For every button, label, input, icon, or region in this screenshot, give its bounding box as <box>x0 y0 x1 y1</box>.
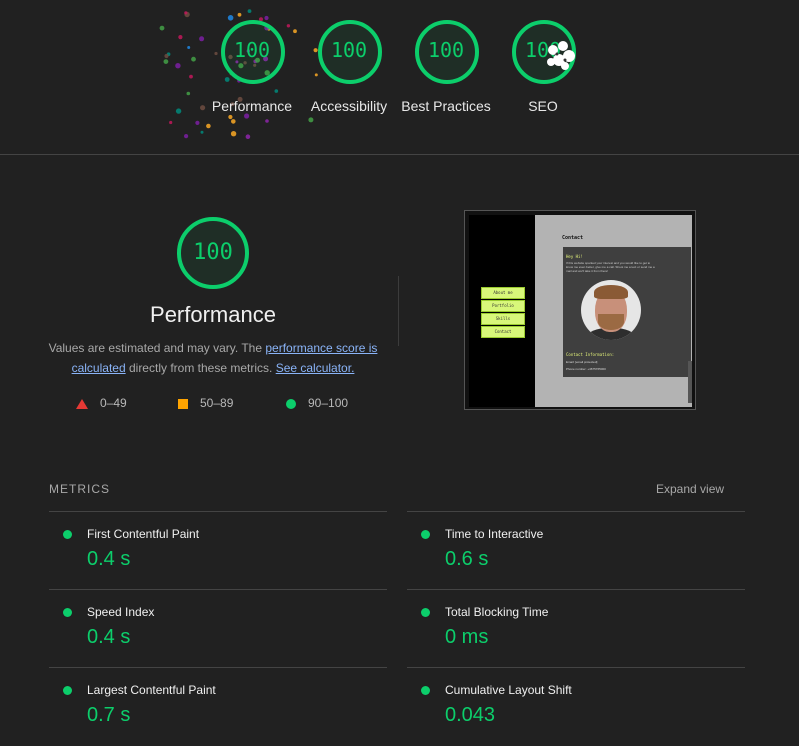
confetti-dot <box>178 35 183 40</box>
confetti-dot <box>186 91 191 96</box>
confetti-dot <box>264 15 269 21</box>
gauge-label: Performance <box>211 98 293 114</box>
metric-cumulative-layout-shift: Cumulative Layout Shift 0.043 <box>407 668 745 746</box>
green-circle-icon <box>286 398 296 409</box>
gauge-label: SEO <box>528 98 558 114</box>
performance-title: Performance <box>150 302 276 327</box>
confetti-dot <box>286 24 291 28</box>
thumb-contact-info-label: Contact Information: <box>566 352 615 357</box>
confetti-decoration <box>159 9 318 139</box>
confetti-dot <box>184 134 189 139</box>
confetti-dot <box>245 134 251 139</box>
metric-value: 0.4 s <box>87 626 131 648</box>
sparkle-fireworks-icon <box>547 41 575 70</box>
avatar <box>581 280 641 340</box>
metric-name: Speed Index <box>87 605 155 619</box>
gauge-score: 100 <box>427 38 465 62</box>
pass-dot-icon <box>421 530 430 539</box>
metric-value: 0.4 s <box>87 548 131 570</box>
thumb-contact-title: Contact <box>562 235 584 241</box>
metric-largest-contentful-paint: Largest Contentful Paint 0.7 s <box>49 668 387 746</box>
metric-first-contentful-paint: First Contentful Paint 0.4 s <box>49 512 387 590</box>
confetti-dot <box>191 56 196 62</box>
thumb-body-text: If this website sparked your interest an… <box>566 261 655 273</box>
metric-value: 0 ms <box>445 626 489 648</box>
confetti-dot <box>308 117 314 123</box>
thumb-email: Email: [email protected] <box>566 360 598 364</box>
score-gauges-header: 100 Performance 100 Accessibility 100 Be… <box>0 0 799 155</box>
gauge-score: 100 <box>233 38 271 62</box>
confetti-dot <box>274 89 279 93</box>
metric-value: 0.6 s <box>445 548 489 570</box>
gauge-label: Accessibility <box>310 98 388 114</box>
legend-range: 50–89 <box>200 396 234 410</box>
confetti-dot <box>227 14 234 21</box>
confetti-dot <box>164 53 169 59</box>
legend-pass: 90–100 <box>286 396 348 410</box>
metric-name: Largest Contentful Paint <box>87 683 216 697</box>
confetti-dot <box>237 12 242 17</box>
metric-time-to-interactive: Time to Interactive 0.6 s <box>407 512 745 590</box>
thumb-phone: Phone number: +4675765000 <box>566 367 606 371</box>
confetti-dot <box>159 25 165 31</box>
thumb-nav-about: About me <box>481 287 525 299</box>
metric-name: Total Blocking Time <box>445 605 549 619</box>
confetti-dot <box>314 73 318 77</box>
pass-dot-icon <box>63 686 72 695</box>
metric-value: 0.7 s <box>87 704 131 726</box>
red-triangle-icon <box>76 398 88 409</box>
confetti-dot <box>231 119 236 124</box>
legend-fail: 0–49 <box>76 396 127 410</box>
legend-range: 0–49 <box>100 396 127 410</box>
metric-name: Cumulative Layout Shift <box>445 683 572 697</box>
pass-dot-icon <box>421 608 430 617</box>
avatar-hair <box>594 285 628 299</box>
metrics-heading: METRICS <box>49 482 110 496</box>
confetti-dot <box>169 120 173 125</box>
avatar-beard <box>598 314 624 330</box>
pass-dot-icon <box>63 608 72 617</box>
expand-view-toggle[interactable]: Expand view <box>656 482 724 496</box>
confetti-dot <box>265 119 269 123</box>
metric-speed-index: Speed Index 0.4 s <box>49 590 387 668</box>
legend-range: 90–100 <box>308 396 349 410</box>
thumb-nav-portfolio: Portfolio <box>481 300 525 312</box>
orange-square-icon <box>178 398 188 409</box>
gauge-score: 100 <box>330 38 368 62</box>
confetti-dot <box>293 29 297 34</box>
performance-description: Values are estimated and may vary. The p… <box>40 338 386 378</box>
confetti-dot <box>224 77 230 82</box>
metric-name: Time to Interactive <box>445 527 544 541</box>
desc-prefix: Values are estimated and may vary. The <box>48 341 266 355</box>
gauge-label: Best Practices <box>401 98 491 114</box>
confetti-dot <box>187 46 191 49</box>
confetti-dot <box>195 120 200 125</box>
confetti-dot <box>200 130 204 134</box>
desc-middle: directly from these metrics. <box>125 361 276 375</box>
metric-total-blocking-time: Total Blocking Time 0 ms <box>407 590 745 668</box>
final-screenshot-thumbnail[interactable]: About me Portfolio Skills Contact Contac… <box>464 210 696 410</box>
thumb-scrollbar <box>688 361 692 403</box>
see-calculator-link[interactable]: See calculator. <box>276 361 355 375</box>
section-divider <box>398 276 399 346</box>
confetti-dot <box>175 62 181 69</box>
confetti-dot <box>189 74 193 79</box>
thumb-nav-skills: Skills <box>481 313 525 325</box>
confetti-dot <box>206 123 211 129</box>
confetti-dot <box>230 131 237 137</box>
thumb-greeting: Hey Hi! <box>566 254 583 259</box>
pass-dot-icon <box>63 530 72 539</box>
confetti-dot <box>184 11 188 15</box>
legend-average: 50–89 <box>178 396 233 410</box>
header-divider <box>0 154 799 155</box>
confetti-dot <box>175 108 182 114</box>
metric-value: 0.043 <box>445 704 496 726</box>
confetti-dot <box>163 59 169 64</box>
pass-dot-icon <box>421 686 430 695</box>
thumb-nav-contact: Contact <box>481 326 525 338</box>
performance-score: 100 <box>193 240 233 265</box>
confetti-dot <box>247 9 252 14</box>
metric-name: First Contentful Paint <box>87 527 200 541</box>
